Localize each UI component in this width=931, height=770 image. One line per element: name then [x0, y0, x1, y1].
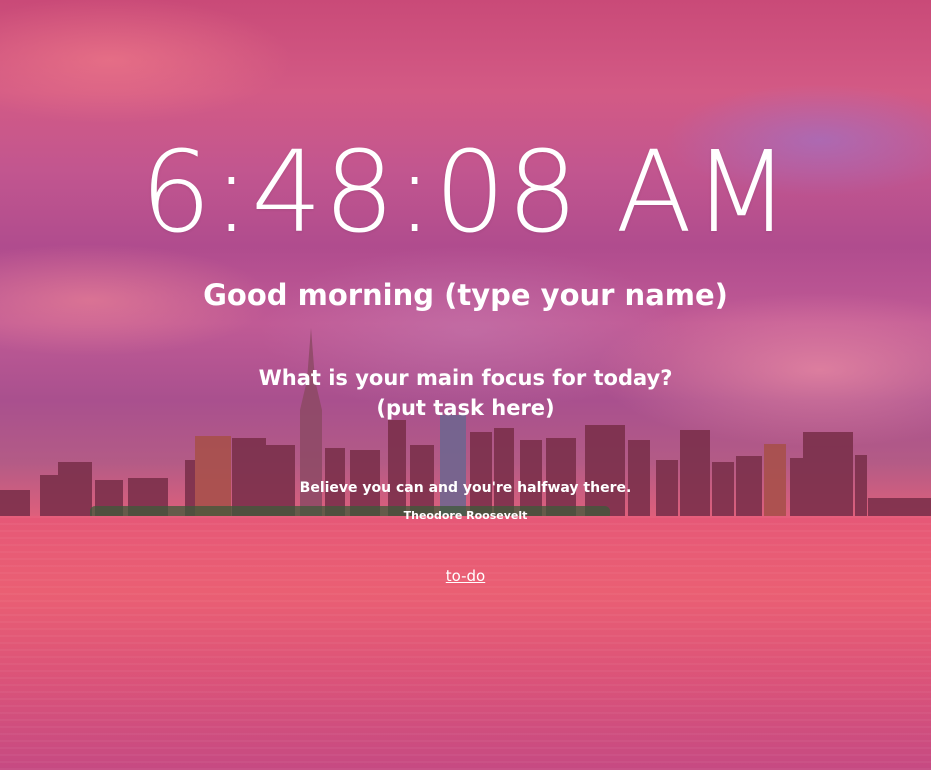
greeting-text[interactable]: Good morning (type your name) [0, 276, 931, 314]
todo-link-container: to-do [0, 566, 931, 586]
focus-task-input[interactable]: (put task here) [0, 394, 931, 422]
quote-text: Believe you can and you're halfway there… [299, 480, 632, 496]
focus-question: What is your main focus for today? [258, 366, 673, 390]
clock-time: 6:48:08 AM [140, 128, 791, 258]
content-overlay: 6:48:08 AM Good morning (type your name)… [0, 0, 931, 770]
dashboard-page: 6:48:08 AM Good morning (type your name)… [0, 0, 931, 770]
quote-author: Theodore Roosevelt [403, 509, 528, 522]
todo-link[interactable]: to-do [446, 567, 485, 585]
